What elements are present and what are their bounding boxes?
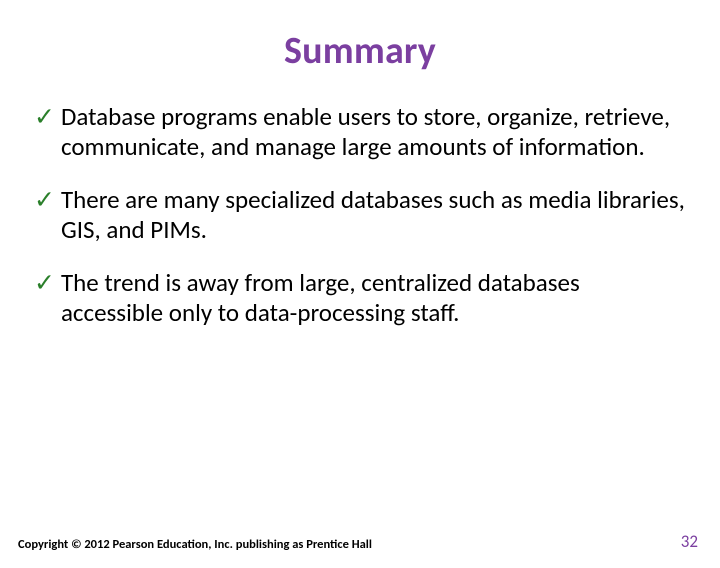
copyright-text: Copyright © 2012 Pearson Education, Inc.…	[18, 537, 372, 552]
checkmark-icon: ✓	[34, 268, 55, 298]
checkmark-icon: ✓	[34, 102, 55, 132]
list-item: ✓ There are many specialized databases s…	[34, 185, 686, 244]
list-item: ✓ The trend is away from large, centrali…	[34, 268, 686, 327]
list-item: ✓ Database programs enable users to stor…	[34, 102, 686, 161]
checkmark-icon: ✓	[34, 185, 55, 215]
bullet-text: The trend is away from large, centralize…	[61, 268, 686, 327]
slide: Summary ✓ Database programs enable users…	[0, 28, 720, 568]
bullet-text: Database programs enable users to store,…	[61, 102, 686, 161]
bullet-text: There are many specialized databases suc…	[61, 185, 686, 244]
page-number: 32	[681, 531, 698, 552]
bullet-list: ✓ Database programs enable users to stor…	[0, 102, 720, 327]
slide-title: Summary	[0, 28, 720, 74]
